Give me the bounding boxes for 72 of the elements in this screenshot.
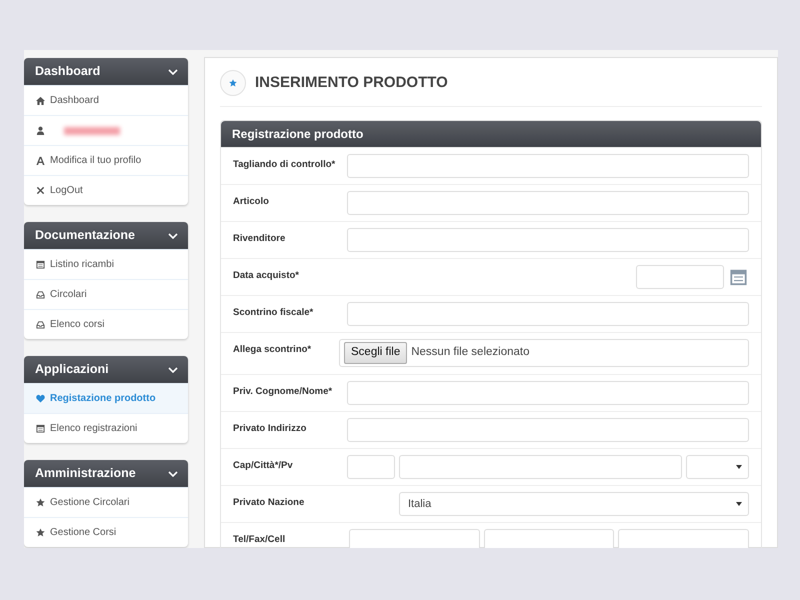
input-field[interactable] — [636, 265, 724, 289]
input-field[interactable] — [399, 455, 682, 479]
field-label: Allega scontrino* — [233, 343, 312, 357]
item-label: Listino ricambi — [50, 258, 114, 272]
panel-title: Dashboard — [35, 63, 100, 80]
item-label: Gestione Corsi — [50, 526, 116, 540]
item-label: Elenco registrazioni — [50, 422, 138, 436]
home-icon — [36, 96, 45, 105]
sidebar-item[interactable]: Gestione Corsi — [24, 517, 188, 547]
item-label: Dashboard — [50, 94, 99, 108]
file-status: Nessun file selezionato — [411, 345, 530, 360]
panel-title: Amministrazione — [35, 465, 136, 482]
province-select[interactable] — [686, 455, 749, 479]
input-field[interactable] — [347, 381, 749, 405]
item-label: Registazione prodotto — [50, 392, 156, 406]
sidebar-item[interactable]: Dashboard — [24, 85, 188, 115]
page-title: INSERIMENTO PRODOTTO — [255, 74, 448, 92]
star-icon — [36, 498, 45, 507]
choose-file-button[interactable]: Scegli file — [344, 342, 408, 364]
sidebar-item[interactable]: Elenco corsi — [24, 309, 188, 339]
country-select[interactable]: Italia — [399, 492, 749, 516]
field-label: Privato Indirizzo — [233, 422, 308, 436]
field-label: Cap/Città*/Pv — [233, 459, 294, 473]
sidebar-item[interactable]: Modifica il tuo profilo — [24, 145, 188, 175]
sidebar-item[interactable]: Listino ricambi — [24, 249, 188, 279]
item-label: Gestione Circolari — [50, 496, 130, 510]
caret-icon — [736, 465, 742, 469]
input-field[interactable] — [347, 228, 749, 252]
font-icon — [36, 156, 45, 165]
input-field[interactable] — [347, 418, 749, 442]
user-icon — [36, 126, 45, 135]
form-header: Registrazione prodotto — [221, 121, 761, 147]
field-label: Privato Nazione — [233, 496, 306, 510]
input-field[interactable] — [484, 529, 614, 548]
field-label: Articolo — [233, 195, 270, 209]
star-icon — [229, 79, 237, 87]
caret-icon — [736, 502, 742, 506]
inbox-icon — [36, 320, 45, 329]
chevron-icon[interactable] — [168, 470, 178, 476]
calendar-icon — [36, 424, 45, 433]
file-input[interactable]: Scegli file Nessun file selezionato — [339, 339, 749, 367]
panel-title: Applicazioni — [35, 361, 109, 378]
field-label: Data acquisto* — [233, 269, 300, 283]
input-field[interactable] — [618, 529, 750, 548]
item-label: Circolari — [50, 288, 87, 302]
input-field[interactable] — [347, 191, 749, 215]
inbox-icon — [36, 290, 45, 299]
panel-title: Documentazione — [35, 227, 136, 244]
calendar-icon[interactable] — [728, 268, 749, 286]
field-label: Priv. Cognome/Nome* — [233, 385, 334, 399]
input-field[interactable] — [347, 302, 749, 326]
sidebar-item[interactable]: LogOut — [24, 175, 188, 205]
field-label: Tel/Fax/Cell — [233, 533, 286, 547]
heart-icon — [36, 394, 45, 403]
chevron-icon[interactable] — [168, 232, 178, 238]
item-label: LogOut — [50, 184, 83, 198]
star-icon — [36, 528, 45, 537]
calendar-icon — [36, 260, 45, 269]
input-field[interactable] — [349, 529, 480, 548]
chevron-icon[interactable] — [168, 68, 178, 74]
field-label: Tagliando di controllo* — [233, 158, 336, 172]
sidebar-item[interactable]: Elenco registrazioni — [24, 413, 188, 443]
sidebar-item[interactable]: Circolari — [24, 279, 188, 309]
input-field[interactable] — [347, 154, 749, 178]
chevron-icon[interactable] — [168, 366, 178, 372]
close-icon — [36, 186, 45, 195]
item-label: Elenco corsi — [50, 318, 104, 332]
field-label: Rivenditore — [233, 232, 286, 246]
field-label: Scontrino fiscale* — [233, 306, 314, 320]
item-label: Modifica il tuo profilo — [50, 154, 142, 168]
sidebar-item[interactable]: Gestione Circolari — [24, 487, 188, 517]
input-field[interactable] — [347, 455, 395, 479]
